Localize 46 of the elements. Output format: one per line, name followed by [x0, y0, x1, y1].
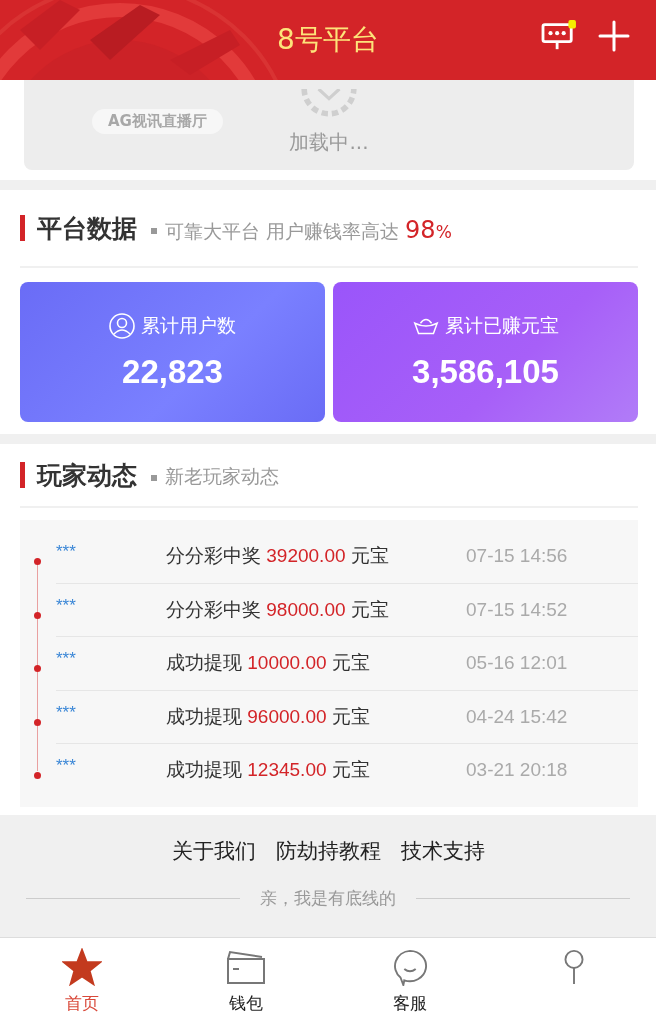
player-name: ***: [56, 542, 77, 563]
section-title: 玩家动态: [37, 459, 137, 492]
star-icon: [62, 948, 102, 986]
page-title: 8号平台: [277, 22, 379, 58]
timeline-dot: [34, 611, 41, 619]
user-icon: [109, 313, 135, 339]
tab-item[interactable]: 钱包: [164, 938, 328, 1024]
bullet-mark: [151, 475, 157, 481]
player-name: ***: [56, 649, 77, 670]
timeline-dot: [34, 772, 41, 779]
end-note: 亲，我是有底线的: [260, 886, 396, 910]
stat-value: 3,586,105: [412, 353, 559, 391]
player-name: ***: [56, 702, 77, 723]
section-title: 平台数据: [37, 212, 137, 245]
timeline-dot: [34, 665, 41, 672]
section-subtitle: 可靠大平台 用户赚钱率高达 98%: [165, 215, 452, 245]
bullet-mark: [151, 228, 157, 234]
add-icon[interactable]: [598, 20, 630, 52]
message-icon[interactable]: [540, 20, 578, 52]
wallet-icon: [226, 948, 266, 986]
stat-label: 累计已赚元宝: [444, 313, 559, 338]
timeline-dot: [34, 718, 41, 726]
footer-link[interactable]: 防劫持教程: [275, 836, 381, 865]
feed-time: 04-24 15:42: [466, 705, 568, 728]
footer-link[interactable]: 关于我们: [171, 836, 256, 865]
timeline-dot: [34, 558, 41, 565]
feed-time: 07-15 14:56: [466, 545, 568, 568]
feed-event: 成功提现 96000.00 元宝: [166, 704, 371, 729]
feed-time: 05-16 12:01: [466, 652, 568, 675]
feed-event: 成功提现 12345.00 元宝: [166, 758, 371, 783]
feed-time: 07-15 14:52: [466, 598, 568, 621]
stat-label: 累计用户数: [141, 313, 236, 338]
tab-item[interactable]: 客服: [328, 938, 492, 1024]
feed-time: 03-21 20:18: [466, 759, 568, 782]
section-subtitle: 新老玩家动态: [165, 464, 279, 489]
footer-link[interactable]: 技术支持: [400, 836, 485, 865]
accent-bar: [20, 215, 25, 241]
accent-bar: [20, 462, 25, 488]
feed-event: 成功提现 10000.00 元宝: [166, 651, 371, 676]
stat-value: 22,823: [122, 353, 223, 391]
feed-event: 分分彩中奖 39200.00 元宝: [166, 544, 390, 569]
player-name: ***: [56, 595, 77, 616]
feed-event: 分分彩中奖 98000.00 元宝: [166, 597, 390, 622]
loading-text: 加载中...: [289, 129, 369, 156]
player-name: ***: [56, 756, 77, 777]
tab-item[interactable]: 首页: [0, 938, 164, 1024]
